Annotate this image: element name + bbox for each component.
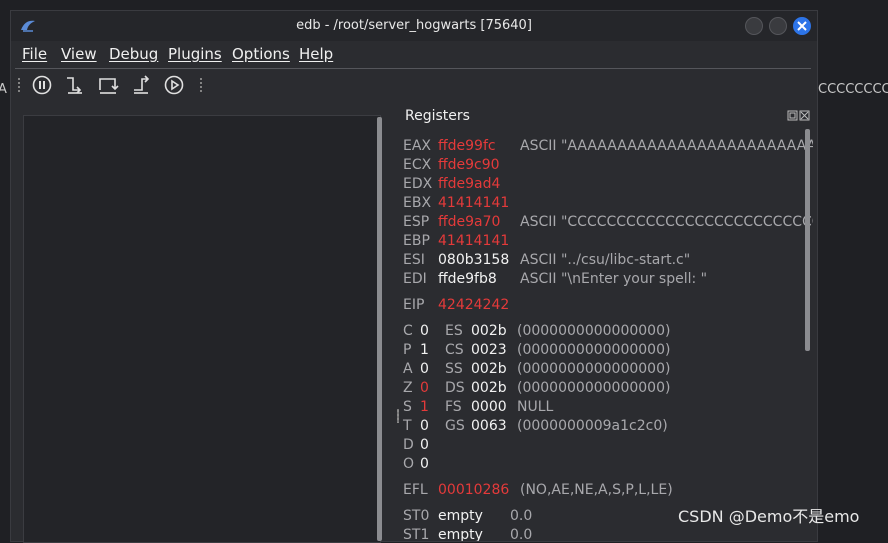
- segment-name: GS: [445, 418, 465, 434]
- step-over-icon[interactable]: [97, 74, 119, 96]
- menu-options[interactable]: Options: [232, 45, 290, 63]
- fpu-register-name: ST0: [403, 508, 430, 524]
- segment-name: ES: [445, 323, 463, 339]
- register-name: ECX: [403, 157, 432, 173]
- register-comment: ASCII "../csu/libc-start.c": [520, 252, 691, 268]
- flag-name: C: [403, 323, 413, 339]
- segment-value[interactable]: 0063: [471, 418, 507, 434]
- menu-file[interactable]: File: [22, 45, 47, 63]
- menu-plugins[interactable]: Plugins: [168, 45, 222, 63]
- flag-value[interactable]: 1: [420, 342, 429, 358]
- edb-window: edb - /root/server_hogwarts [75640] File…: [10, 10, 818, 543]
- segment-value[interactable]: 002b: [471, 380, 507, 396]
- flag-name: A: [403, 361, 413, 377]
- disassembly-pane[interactable]: [23, 115, 381, 543]
- register-value[interactable]: 00010286: [438, 482, 509, 498]
- maximize-button[interactable]: [769, 17, 787, 35]
- pause-icon[interactable]: [31, 74, 53, 96]
- flag-value[interactable]: 0: [420, 380, 429, 396]
- register-value[interactable]: 41414141: [438, 233, 509, 249]
- register-name: EBX: [403, 195, 432, 211]
- flag-value[interactable]: 1: [420, 399, 429, 415]
- title-bar[interactable]: edb - /root/server_hogwarts [75640]: [11, 11, 817, 41]
- menu-debug[interactable]: Debug: [109, 45, 158, 63]
- segment-name: DS: [445, 380, 465, 396]
- flag-name: S: [403, 399, 412, 415]
- register-name: ESI: [403, 252, 425, 268]
- background-text-right: CCCCCCCCC: [818, 82, 888, 97]
- segment-desc: (0000000000000000): [517, 361, 671, 377]
- segment-value[interactable]: 002b: [471, 323, 507, 339]
- register-comment: ASCII "AAAAAAAAAAAAAAAAAAAAAAAAAAAAAAA: [520, 138, 813, 154]
- register-name: EDX: [403, 176, 433, 192]
- segment-desc: (0000000000000000): [517, 323, 671, 339]
- minimize-button[interactable]: [745, 17, 763, 35]
- fpu-register-status: empty: [438, 527, 483, 541]
- toolbar: [11, 71, 817, 99]
- step-into-icon[interactable]: [64, 74, 86, 96]
- segment-value[interactable]: 002b: [471, 361, 507, 377]
- flag-name: T: [403, 418, 412, 434]
- flag-name: P: [403, 342, 412, 358]
- flag-value[interactable]: 0: [420, 323, 429, 339]
- segment-desc: (0000000009a1c2c0): [517, 418, 668, 434]
- dock-float-close-icon[interactable]: [787, 110, 811, 122]
- register-name: EBP: [403, 233, 430, 249]
- register-comment: (NO,AE,NE,A,S,P,L,LE): [520, 482, 673, 498]
- register-value[interactable]: 080b3158: [438, 252, 509, 268]
- segment-desc: NULL: [517, 399, 554, 415]
- fpu-register-value[interactable]: 0.0: [510, 508, 532, 524]
- segment-desc: (0000000000000000): [517, 342, 671, 358]
- window-title: edb - /root/server_hogwarts [75640]: [296, 18, 532, 33]
- flag-name: O: [403, 456, 415, 472]
- register-value[interactable]: ffde9a70: [438, 214, 500, 230]
- fpu-register-value[interactable]: 0.0: [510, 527, 532, 541]
- register-value[interactable]: ffde99fc: [438, 138, 496, 154]
- register-value[interactable]: 41414141: [438, 195, 509, 211]
- register-name: EAX: [403, 138, 432, 154]
- flag-value[interactable]: 0: [420, 418, 429, 434]
- segment-value[interactable]: 0023: [471, 342, 507, 358]
- pane-splitter[interactable]: [397, 409, 399, 423]
- register-name: EFL: [403, 482, 428, 498]
- segment-name: CS: [445, 342, 464, 358]
- menu-separator: [15, 68, 811, 69]
- registers-pane[interactable]: EAX ffde99fc ASCII "AAAAAAAAAAAAAAAAAAAA…: [401, 125, 813, 541]
- register-name: EDI: [403, 271, 427, 287]
- fpu-register-name: ST1: [403, 527, 430, 541]
- menu-help[interactable]: Help: [299, 45, 333, 63]
- register-name: EIP: [403, 297, 425, 313]
- register-value[interactable]: 42424242: [438, 297, 509, 313]
- toolbar-grip-end[interactable]: [199, 77, 203, 93]
- register-comment: ASCII "CCCCCCCCCCCCCCCCCCCCCCCCCCCCCC: [520, 214, 813, 230]
- flag-name: D: [403, 437, 414, 453]
- flag-value[interactable]: 0: [420, 456, 429, 472]
- close-button[interactable]: [793, 17, 811, 35]
- close-icon: [797, 21, 807, 31]
- fpu-register-status: empty: [438, 508, 483, 524]
- register-value[interactable]: ffde9ad4: [438, 176, 500, 192]
- register-value[interactable]: ffde9fb8: [438, 271, 497, 287]
- flag-value[interactable]: 0: [420, 437, 429, 453]
- segment-value[interactable]: 0000: [471, 399, 507, 415]
- step-out-icon[interactable]: [130, 74, 152, 96]
- flag-value[interactable]: 0: [420, 361, 429, 377]
- watermark-text: CSDN @Demo不是emo: [678, 507, 860, 526]
- flag-name: Z: [403, 380, 413, 396]
- toolbar-grip[interactable]: [17, 77, 21, 93]
- register-name: ESP: [403, 214, 430, 230]
- segment-name: FS: [445, 399, 462, 415]
- registers-scrollbar[interactable]: [805, 129, 810, 351]
- disassembly-scrollbar[interactable]: [377, 117, 382, 541]
- menu-bar: File View Debug Plugins Options Help: [11, 43, 817, 67]
- register-value[interactable]: ffde9c90: [438, 157, 500, 173]
- segment-desc: (0000000000000000): [517, 380, 671, 396]
- menu-view[interactable]: View: [61, 45, 97, 63]
- run-icon[interactable]: [163, 74, 185, 96]
- registers-panel-title: Registers: [405, 108, 470, 124]
- register-comment: ASCII "\nEnter your spell: ": [520, 271, 708, 287]
- segment-name: SS: [445, 361, 463, 377]
- background-text-left: A: [0, 82, 7, 97]
